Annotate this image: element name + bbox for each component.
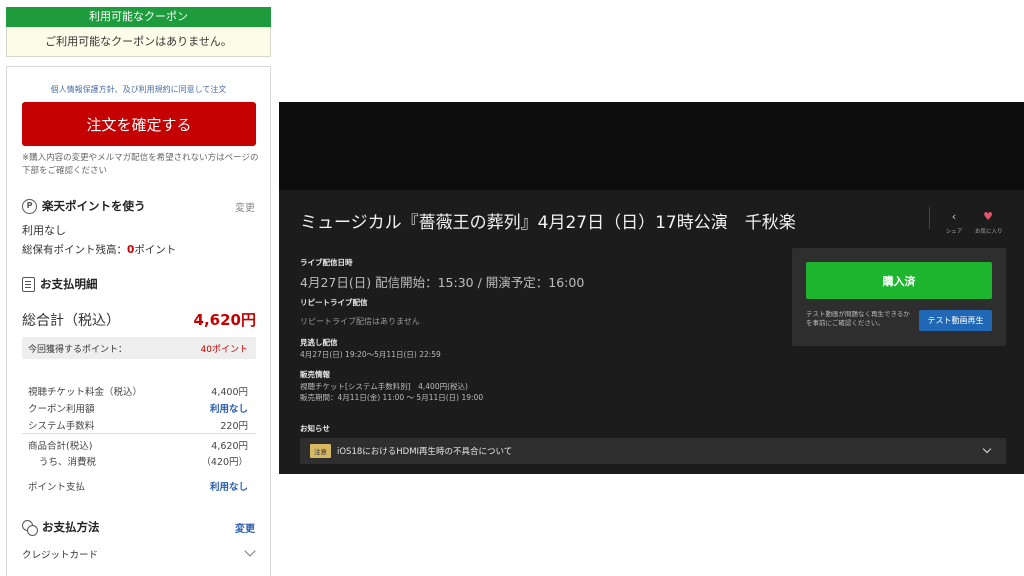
chevron-down-icon[interactable] <box>244 545 256 557</box>
points-title: 楽天ポイントを使う <box>42 199 146 213</box>
sales-price: 視聴チケット[システム手数料別] 4,400円(税込) <box>300 382 468 391</box>
total-row: 総合計（税込） 4,620円 <box>22 309 256 330</box>
detail-row: ポイント支払 利用なし <box>28 479 248 493</box>
heart-icon: ♥ <box>983 210 993 223</box>
event-banner <box>279 102 1024 190</box>
notice-item[interactable]: 注意 iOS18におけるHDMI再生時の不具合について <box>300 438 1006 464</box>
title-divider <box>929 207 930 229</box>
total-label: 総合計（税込） <box>22 313 120 329</box>
detail-value: 利用なし <box>209 404 248 415</box>
share-label: シェア <box>945 229 963 235</box>
document-icon <box>22 276 35 292</box>
notice-text: iOS18におけるHDMI再生時の不具合について <box>337 447 513 457</box>
detail-label: ポイント支払 <box>28 482 86 493</box>
favorite-label: お気に入り <box>975 229 1003 235</box>
payment-details-title: お支払明細 <box>40 277 98 291</box>
detail-label: うち、消費税 <box>39 457 97 468</box>
earned-points-label: 今回獲得するポイント： <box>28 344 128 355</box>
earned-points-bar: 今回獲得するポイント： 40ポイント <box>22 337 256 359</box>
page-root: 利用可能なクーポン ご利用可能なクーポンはありません。 個人情報保護方針、及び利… <box>0 0 1024 576</box>
total-value: 4,620円 <box>193 311 256 329</box>
coupon-message: ご利用可能なクーポンはありません。 <box>6 27 271 57</box>
coins-icon <box>22 519 38 536</box>
purchase-box: 購入済 テスト動画が問題なく再生できるかを事前にご確認ください。 テスト動画再生 <box>792 248 1006 346</box>
payment-method-title: お支払方法 <box>42 520 100 534</box>
coupon-header: 利用可能なクーポン <box>6 7 271 27</box>
detail-row: システム手数料 220円 <box>28 418 248 432</box>
sales-label: 販売情報 <box>300 370 330 379</box>
repeat-label: リピートライブ配信 <box>300 298 368 307</box>
purchased-button[interactable]: 購入済 <box>806 262 992 299</box>
detail-label: クーポン利用額 <box>28 404 95 415</box>
detail-row: クーポン利用額 利用なし <box>28 401 248 415</box>
rakuten-point-icon: P <box>22 198 37 214</box>
chevron-down-icon[interactable] <box>982 444 992 454</box>
notice-label: お知らせ <box>300 424 330 433</box>
share-button[interactable]: ‹ シェア <box>943 205 965 236</box>
confirm-order-button[interactable]: 注文を確定する <box>22 102 256 146</box>
favorite-button[interactable]: ♥ お気に入り <box>975 205 1003 236</box>
detail-value: 利用なし <box>209 482 248 493</box>
archive-value: 4月27日(日) 19:20～5月11日(日) 22:59 <box>300 350 441 359</box>
live-label: ライブ配信日時 <box>300 258 353 267</box>
detail-label: 商品合計(税込) <box>28 441 93 452</box>
event-title: ミュージカル『薔薇王の葬列』4月27日（日）17時公演 千秋楽 <box>300 213 796 233</box>
detail-value: （420円） <box>201 457 248 468</box>
detail-value: 220円 <box>220 421 248 432</box>
payment-method-change-link[interactable]: 変更 <box>235 520 255 535</box>
repeat-value: リピートライブ配信はありません <box>300 317 420 326</box>
detail-row: うち、消費税 （420円） <box>39 454 248 468</box>
detail-row: 商品合計(税込) 4,620円 <box>28 438 248 452</box>
points-heading: P 楽天ポイントを使う <box>22 198 146 214</box>
points-usage: 利用なし <box>22 224 66 237</box>
detail-label: システム手数料 <box>28 421 95 432</box>
payment-method-heading: お支払方法 <box>22 519 100 536</box>
points-balance: 総保有ポイント残高：0ポイント <box>22 242 176 257</box>
detail-divider <box>22 433 256 434</box>
earned-points-value: 40ポイント <box>200 344 248 355</box>
detail-row: 視聴チケット料金（税込） 4,400円 <box>28 384 248 398</box>
test-video-note: テスト動画が問題なく再生できるかを事前にご確認ください。 <box>806 310 910 327</box>
event-panel: ミュージカル『薔薇王の葬列』4月27日（日）17時公演 千秋楽 ‹ シェア ♥ … <box>279 102 1024 474</box>
test-video-button[interactable]: テスト動画再生 <box>919 310 992 331</box>
detail-value: 4,620円 <box>211 441 248 452</box>
archive-label: 見逃し配信 <box>300 338 338 347</box>
payment-details-heading: お支払明細 <box>22 276 98 292</box>
notice-badge: 注意 <box>310 444 331 458</box>
live-datetime: 4月27日(日) 配信開始：15:30 / 開演予定：16:00 <box>300 275 585 290</box>
agreement-text[interactable]: 個人情報保護方針、及び利用規約に同意して注文 <box>7 84 270 95</box>
detail-value: 4,400円 <box>211 387 248 398</box>
share-icon: ‹ <box>951 210 957 223</box>
points-balance-label: 総保有ポイント残高： <box>22 244 127 256</box>
points-change-link[interactable]: 変更 <box>235 199 255 214</box>
payment-method-selected[interactable]: クレジットカード <box>22 547 98 561</box>
order-panel: 個人情報保護方針、及び利用規約に同意して注文 注文を確定する ※購入内容の変更や… <box>6 66 271 576</box>
sales-period: 販売期間：4月11日(金) 11:00 ～ 5月11日(日) 19:00 <box>300 393 484 402</box>
points-balance-unit: ポイント <box>134 244 177 256</box>
order-note: ※購入内容の変更やメルマガ配信を希望されない方はページの下部をご確認ください <box>22 153 259 176</box>
detail-label: 視聴チケット料金（税込） <box>28 387 143 398</box>
